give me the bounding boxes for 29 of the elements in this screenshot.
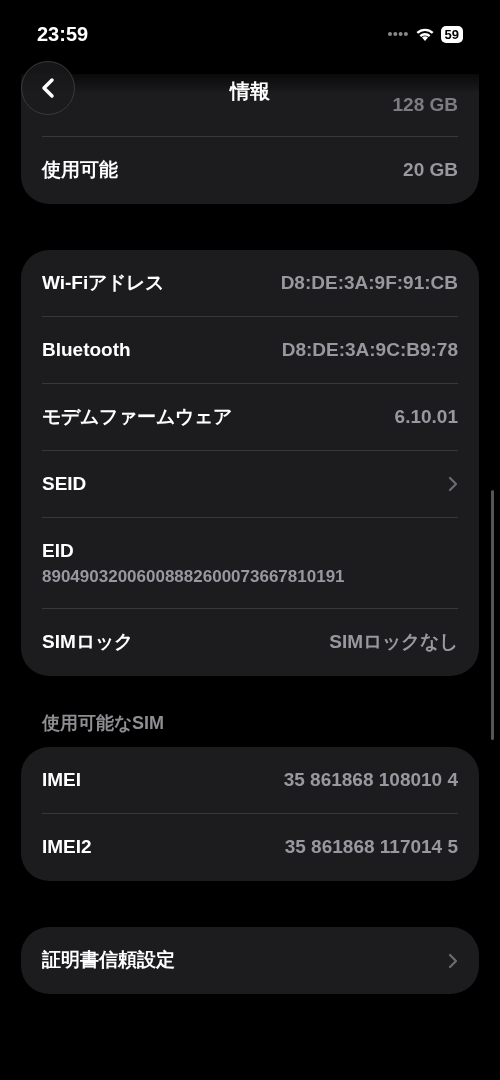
row-value: D8:DE:3A:9F:91:CB — [280, 270, 458, 295]
row-label: SIMロック — [42, 630, 133, 655]
row-label: EID — [42, 538, 75, 563]
row-label: Bluetooth — [42, 337, 131, 362]
row-value: 35 861868 117014 5 — [284, 835, 458, 860]
row-value: 35 861868 108010 4 — [283, 767, 458, 792]
row-value: 6.10.01 — [394, 404, 458, 429]
row-label: IMEI2 — [42, 835, 92, 860]
status-time: 23:59 — [37, 22, 89, 47]
chevron-right-icon — [448, 952, 458, 969]
row-label: モデムファームウェア — [42, 404, 232, 429]
cellular-signal-icon — [386, 31, 409, 37]
back-button[interactable] — [21, 61, 75, 115]
row-value: SIMロックなし — [329, 630, 458, 655]
row-label: 使用可能 — [42, 158, 118, 183]
list-item[interactable]: 証明書信頼設定 — [42, 927, 458, 994]
row-label: Wi-Fiアドレス — [42, 270, 165, 295]
battery-indicator: 59 — [440, 25, 463, 43]
page-title: 情報 — [230, 79, 270, 104]
section-header: 使用可能なSIM — [40, 712, 165, 735]
back-chevron-icon — [41, 77, 55, 99]
row-label: IMEI — [42, 767, 82, 792]
list-item[interactable]: SEID — [42, 451, 458, 518]
row-value: D8:DE:3A:9C:B9:78 — [281, 337, 458, 362]
row-value: 20 GB — [403, 158, 458, 183]
row-value: 128 GB — [392, 92, 458, 117]
wifi-icon — [414, 26, 435, 42]
chevron-right-icon — [448, 476, 458, 492]
row-value: 89049032006008882600073667810191 — [42, 566, 346, 588]
